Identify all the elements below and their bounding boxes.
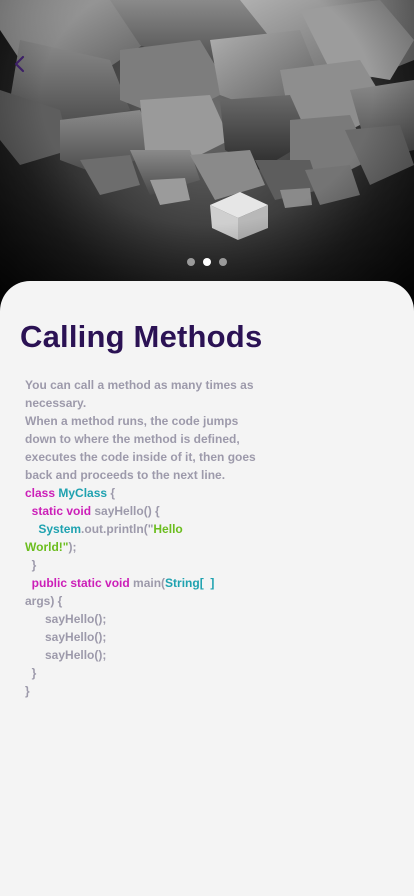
lesson-content-sheet: Calling Methods You can call a method as… (0, 281, 414, 896)
code-sample: class MyClass { static void sayHello() {… (25, 484, 275, 700)
abstract-cubes-image (0, 0, 414, 320)
lesson-description: You can call a method as many times as n… (25, 376, 265, 484)
code-line: sayHello(); (25, 612, 107, 626)
code-line: } (25, 558, 37, 572)
lesson-title: Calling Methods (20, 319, 263, 354)
code-class-name: String[ ] (165, 576, 215, 590)
carousel-dot-active[interactable] (203, 258, 211, 266)
code-line: sayHello(); (25, 648, 107, 662)
lesson-screen: Calling Methods You can call a method as… (0, 0, 414, 896)
code-line: sayHello(); (25, 630, 107, 644)
code-text: .out.println(" (81, 522, 154, 536)
carousel-dot[interactable] (187, 258, 195, 266)
carousel-indicator (0, 258, 414, 266)
code-line: } (25, 666, 37, 680)
code-text: { (107, 486, 116, 500)
code-line: public static void main(String[ ] (25, 574, 275, 592)
code-string: World!" (25, 540, 69, 554)
code-text: main( (129, 576, 166, 590)
code-line: static void sayHello() { (25, 502, 275, 520)
code-line: args) { (25, 594, 63, 608)
code-keyword: public static void (31, 576, 130, 590)
back-button[interactable] (12, 54, 38, 82)
paragraph: When a method runs, the code jumps down … (25, 414, 256, 482)
code-string: Hello (153, 522, 183, 536)
code-line: class MyClass { (25, 484, 275, 502)
paragraph: You can call a method as many times as n… (25, 378, 254, 410)
chevron-left-icon (14, 55, 25, 73)
code-class-name: MyClass (58, 486, 108, 500)
carousel-dot[interactable] (219, 258, 227, 266)
code-line: } (25, 684, 30, 698)
hero-image (0, 0, 414, 320)
code-class-name: System (38, 522, 82, 536)
code-line: World!"); (25, 538, 275, 556)
code-keyword: class (25, 486, 56, 500)
code-keyword: static void (31, 504, 92, 518)
code-text: sayHello() { (91, 504, 160, 518)
code-text: ); (68, 540, 77, 554)
code-line: System.out.println("Hello (25, 520, 275, 538)
